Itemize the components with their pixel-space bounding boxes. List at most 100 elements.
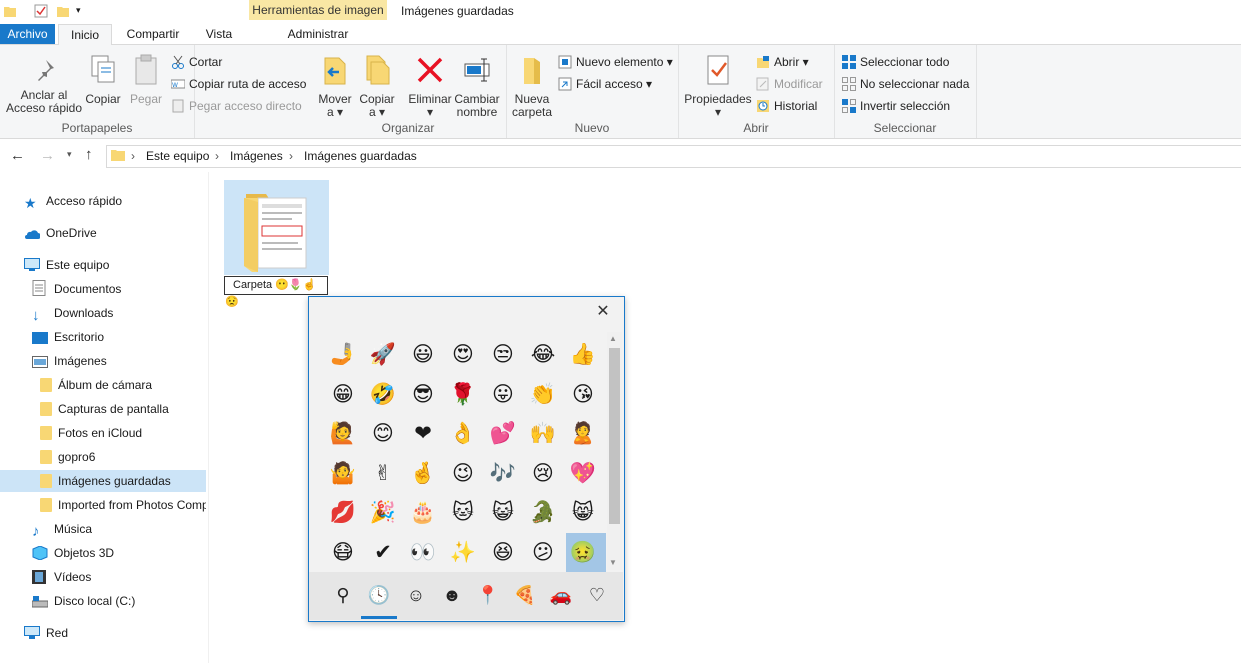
close-icon[interactable]: ✕ [596, 304, 610, 320]
tab-administrar[interactable]: Administrar [258, 24, 378, 44]
select-none-button[interactable]: No seleccionar nada [842, 76, 969, 92]
heart-icon[interactable]: ♡ [585, 583, 609, 607]
emoji-item[interactable]: 😷 [327, 536, 359, 568]
history-button[interactable]: Historial [756, 98, 817, 114]
emoji-item[interactable]: 🙎 [567, 417, 599, 449]
select-all-button[interactable]: Seleccionar todo [842, 54, 949, 70]
emoji-item[interactable]: 💋 [327, 496, 359, 528]
emoji-item[interactable]: 👀 [407, 536, 439, 568]
easy-access-button[interactable]: Fácil acceso ▾ [558, 76, 652, 92]
emoji-item[interactable]: 😺 [487, 496, 519, 528]
crumb-imagenes[interactable]: Imágenes [230, 149, 283, 163]
delete-button[interactable]: Eliminar ▾ [407, 54, 453, 119]
move-to-button[interactable]: Mover a ▾ [316, 54, 354, 119]
emoji-item[interactable]: 🌹 [447, 378, 479, 410]
tab-compartir[interactable]: Compartir [118, 24, 188, 44]
crumb-este-equipo[interactable]: Este equipo [146, 149, 209, 163]
nav-imagenes-guardadas[interactable]: Imágenes guardadas [0, 470, 206, 492]
emoji-item[interactable]: 😆 [487, 536, 519, 568]
emoji-item[interactable]: 😍 [447, 338, 479, 370]
forward-arrow-icon[interactable]: → [40, 147, 55, 164]
rename-input[interactable]: Carpeta 😶🌷☝😟 [224, 276, 328, 308]
emoji-item[interactable]: 🤢 [567, 536, 599, 568]
paste-button[interactable]: Pegar [127, 54, 165, 106]
emoji-item[interactable]: ✨ [447, 536, 479, 568]
emoji-item[interactable]: ❤ [407, 417, 439, 449]
emoji-item[interactable]: ✔ [367, 536, 399, 568]
nav-musica[interactable]: ♪ Música [32, 518, 92, 540]
emoji-item[interactable]: 😎 [407, 378, 439, 410]
paste-shortcut-button[interactable]: Pegar acceso directo [171, 98, 302, 114]
nav-fotos-icloud[interactable]: Fotos en iCloud [40, 422, 142, 444]
emoji-item[interactable]: 😃 [407, 338, 439, 370]
emoji-item[interactable]: 😒 [487, 338, 519, 370]
nav-onedrive[interactable]: OneDrive [24, 222, 97, 244]
copy-button[interactable]: Copiar [84, 54, 122, 106]
new-folder-quick-icon[interactable] [57, 5, 69, 17]
food-icon[interactable]: 🍕 [513, 583, 537, 607]
emoji-item[interactable]: 🙋 [327, 417, 359, 449]
emoji-item[interactable]: 🙌 [527, 417, 559, 449]
nav-escritorio[interactable]: Escritorio [32, 326, 104, 348]
nav-este-equipo[interactable]: Este equipo [24, 254, 109, 276]
emoji-item[interactable]: 🐊 [527, 496, 559, 528]
nav-imagenes[interactable]: Imágenes [32, 350, 107, 372]
emoji-item[interactable]: 👍 [567, 338, 599, 370]
emoji-item[interactable]: 😊 [367, 417, 399, 449]
open-button[interactable]: Abrir ▾ [756, 54, 809, 70]
modify-button[interactable]: Modificar [756, 76, 823, 92]
tab-vista[interactable]: Vista [196, 24, 242, 44]
emoji-item[interactable]: 💖 [567, 457, 599, 489]
emoji-item[interactable]: 😁 [327, 378, 359, 410]
emoji-item[interactable]: 🤳 [327, 338, 359, 370]
nav-red[interactable]: Red [24, 622, 68, 644]
emoji-item[interactable]: 🚀 [367, 338, 399, 370]
cut-button[interactable]: Cortar [171, 54, 222, 70]
customize-quick-access-icon[interactable]: ▾ [76, 5, 86, 17]
emoji-item[interactable]: 🤞 [407, 457, 439, 489]
nav-acceso-rapido[interactable]: ★ Acceso rápido [24, 190, 122, 212]
scroll-down-icon[interactable]: ▼ [609, 558, 617, 567]
emoji-item[interactable]: 🤣 [367, 378, 399, 410]
emoji-item[interactable]: 🎂 [407, 496, 439, 528]
scroll-up-icon[interactable]: ▲ [609, 334, 617, 343]
people-icon[interactable]: ☻ [440, 583, 464, 607]
emoji-item[interactable]: ✌ [367, 457, 399, 489]
tab-inicio[interactable]: Inicio [58, 24, 112, 46]
emoji-item[interactable]: 😉 [447, 457, 479, 489]
emoji-item[interactable]: 🎶 [487, 457, 519, 489]
emoji-item[interactable]: 👏 [527, 378, 559, 410]
properties-button[interactable]: Propiedades ▾ [684, 54, 752, 119]
tab-archivo[interactable]: Archivo [0, 24, 55, 44]
copy-path-button[interactable]: W Copiar ruta de acceso [170, 76, 306, 92]
nav-videos[interactable]: Vídeos [32, 566, 91, 588]
emoji-item[interactable]: 💕 [487, 417, 519, 449]
up-arrow-icon[interactable]: ↑ [85, 146, 93, 163]
emoji-item[interactable]: 🐱 [447, 496, 479, 528]
emoji-item[interactable]: 😕 [527, 536, 559, 568]
nav-gopro6[interactable]: gopro6 [40, 446, 95, 468]
nav-capturas[interactable]: Capturas de pantalla [40, 398, 169, 420]
emoji-item[interactable]: 👌 [447, 417, 479, 449]
copy-to-button[interactable]: Copiar a ▾ [358, 54, 396, 119]
search-icon[interactable]: ⚲ [331, 583, 355, 607]
emoji-item[interactable]: 😢 [527, 457, 559, 489]
travel-icon[interactable]: 🚗 [549, 583, 573, 607]
nav-objetos-3d[interactable]: Objetos 3D [32, 542, 114, 564]
recent-icon[interactable]: 🕓 [367, 583, 391, 607]
emoji-scrollbar-thumb[interactable] [609, 348, 620, 524]
back-arrow-icon[interactable]: ← [10, 147, 25, 164]
emoji-item[interactable]: 😛 [487, 378, 519, 410]
pin-quick-access-button[interactable]: Anclar al Acceso rápido [4, 58, 84, 115]
emoji-item[interactable]: 🤷 [327, 457, 359, 489]
nav-disco-local[interactable]: Disco local (C:) [32, 590, 135, 612]
nav-downloads[interactable]: ↓ Downloads [32, 302, 113, 324]
emoji-item[interactable]: 🎉 [367, 496, 399, 528]
emoji-item[interactable]: 😂 [527, 338, 559, 370]
rename-button[interactable]: Cambiar nombre [454, 54, 500, 119]
emoji-item[interactable]: 😸 [567, 496, 599, 528]
crumb-imagenes-guardadas[interactable]: Imágenes guardadas [304, 149, 417, 163]
nav-album-camara[interactable]: Álbum de cámara [40, 374, 152, 396]
new-item-button[interactable]: Nuevo elemento ▾ [558, 54, 673, 70]
nav-documentos[interactable]: Documentos [32, 278, 121, 300]
